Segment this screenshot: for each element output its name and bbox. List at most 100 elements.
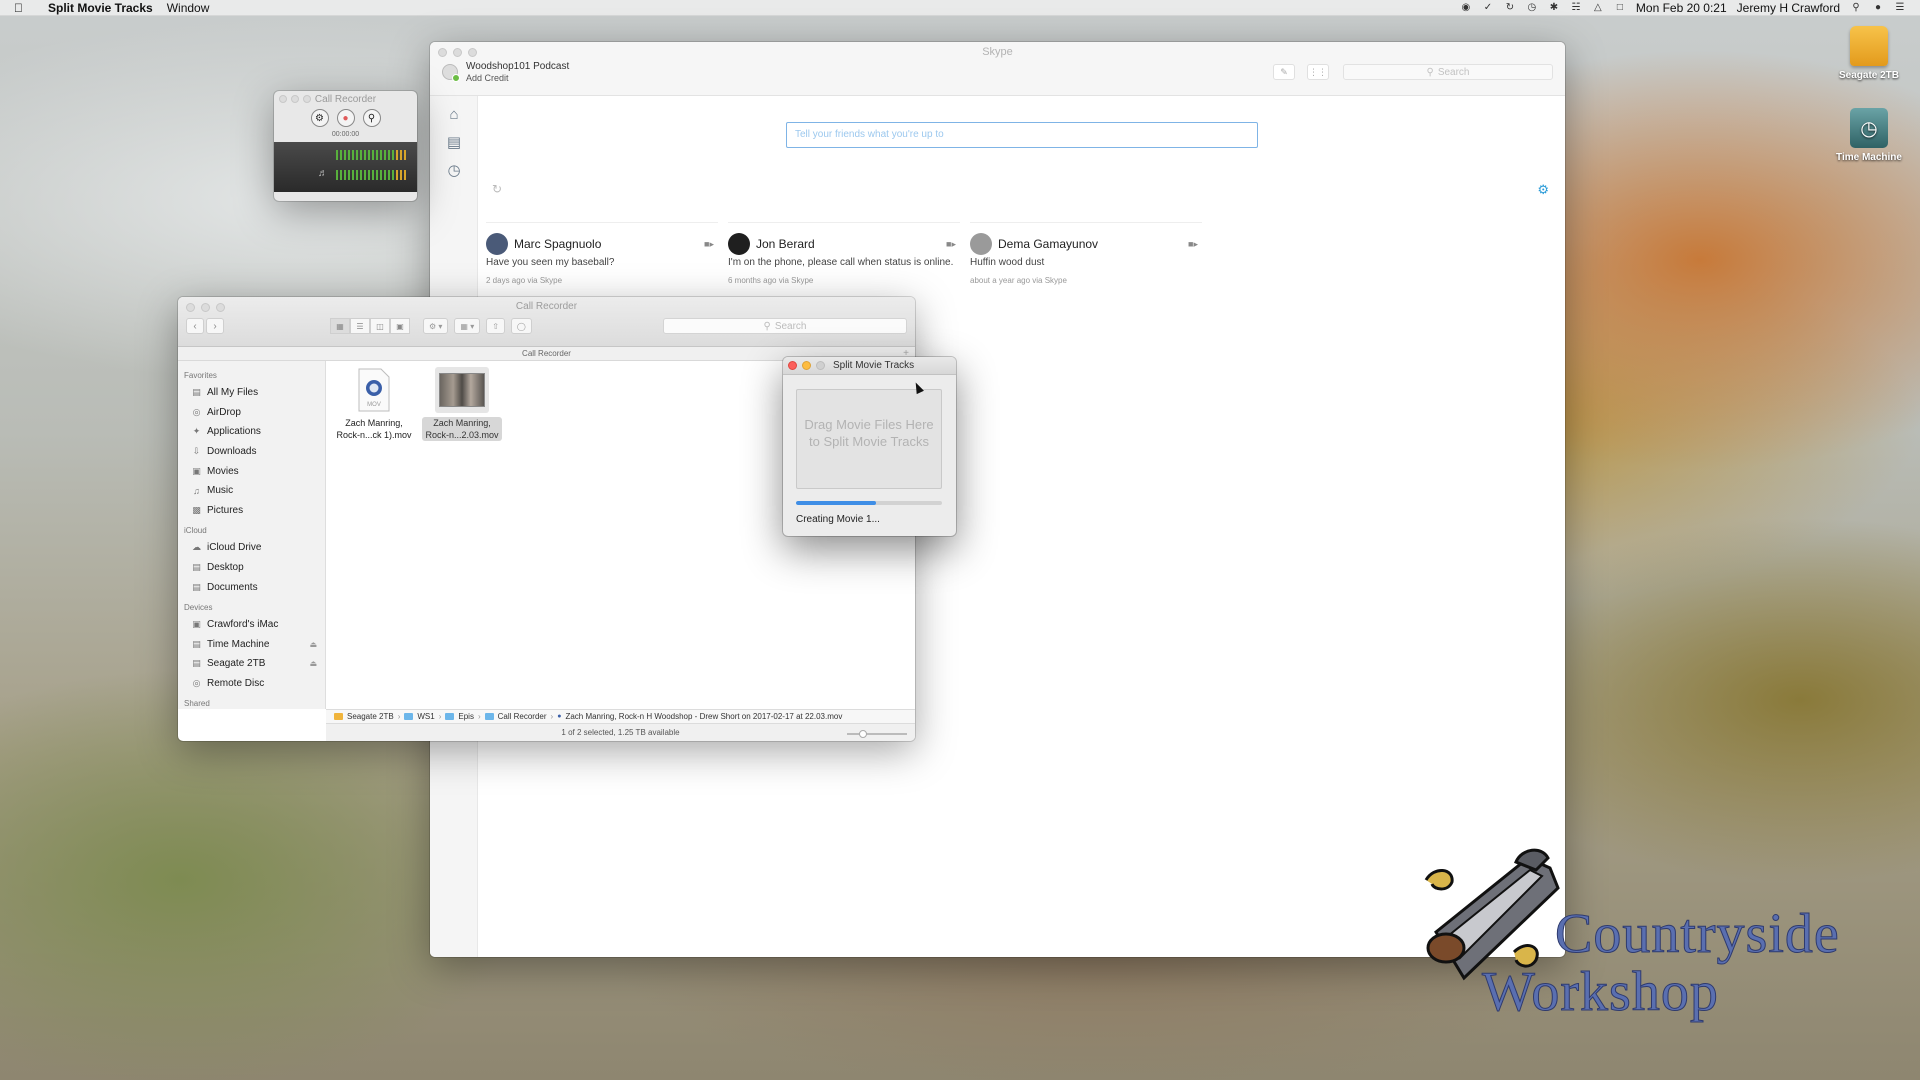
file-name-line: Zach Manring, [345,418,403,428]
arrange-button[interactable]: ▦ ▾ [454,318,481,334]
sidebar-item-downloads[interactable]: ⇩ Downloads [184,442,325,462]
icon-size-slider[interactable] [847,730,907,738]
back-button[interactable]: ‹ [186,318,204,334]
skype-titlebar: Skype Woodshop101 Podcast Add Credit ✎ ⋮… [430,42,1565,96]
menu-window[interactable]: Window [167,1,210,15]
home-icon[interactable]: ⌂ [430,100,478,128]
compose-button[interactable]: ✎ [1273,64,1295,80]
contact-card[interactable]: Jon Berard ■▸ I'm on the phone, please c… [728,222,960,285]
contact-avatar [728,233,750,255]
settings-button[interactable]: ⚙ [310,109,329,127]
sidebar-item-time-machine[interactable]: ▤ Time Machine ⏏ [184,635,325,655]
wifi-icon[interactable]: ☵ [1570,2,1582,14]
split-titlebar: Split Movie Tracks [783,357,956,375]
video-call-icon[interactable]: ■▸ [946,239,956,250]
desktop-icon-time-machine[interactable]: ◷ Time Machine [1819,108,1919,163]
cover-flow-button[interactable]: ▣ [390,318,410,334]
action-button[interactable]: ⚙ ▾ [423,318,449,334]
music-icon: ♫ [193,485,200,496]
sidebar-item-label: Music [207,485,234,497]
bluetooth-icon[interactable]: ✱ [1548,2,1560,14]
path-segment[interactable]: Seagate 2TB [347,712,394,721]
record-button[interactable]: ● [336,109,355,127]
column-view-button[interactable]: ◫ [370,318,390,334]
speaker-icon: ♬ [318,168,328,179]
drop-zone[interactable]: Drag Movie Files Here to Split Movie Tra… [796,389,942,489]
desktop-icon-seagate[interactable]: Seagate 2TB [1819,26,1919,81]
icon-view-button[interactable]: ▦ [330,318,350,334]
input-level-meter [336,150,406,160]
drive-icon: ▤ [192,658,201,669]
sidebar-item-airdrop[interactable]: ◎ AirDrop [184,403,325,423]
drive-icon [334,713,343,720]
eject-icon[interactable]: ⏏ [309,659,317,668]
check-icon[interactable]: ✓ [1482,2,1494,14]
sidebar-item-music[interactable]: ♫ Music [184,481,325,501]
time-machine-menu-icon[interactable]: ◷ [1526,2,1538,14]
window-title: Call Recorder [515,301,578,312]
zoom-button[interactable] [816,361,825,370]
sidebar-item-documents[interactable]: ▤ Documents [184,577,325,597]
finder-search-input[interactable]: ⚲ Search [663,318,907,334]
dialpad-button[interactable]: ⋮⋮ [1307,64,1329,80]
siri-icon[interactable]: ● [1872,2,1884,14]
sidebar-item-icloud-drive[interactable]: ☁ iCloud Drive [184,538,325,558]
file-item[interactable]: MOV Zach Manring, Rock-n...ck 1).mov [334,367,414,441]
user-menu[interactable]: Jeremy H Crawford [1737,1,1840,15]
airplay-icon[interactable]: △ [1592,2,1604,14]
volume-icon[interactable]: □ [1614,2,1626,14]
tags-button[interactable]: ◯ [510,318,532,334]
list-view-button[interactable]: ☰ [350,318,370,334]
recorder-controls: ⚙ ● ⚲ [278,109,413,127]
video-call-icon[interactable]: ■▸ [704,239,714,250]
navigation-buttons: ‹ › [186,318,224,334]
sidebar-item-applications[interactable]: ✦ Applications [184,422,325,442]
record-icon[interactable]: ◉ [1460,2,1472,14]
sidebar-item-desktop[interactable]: ▤ Desktop [184,558,325,578]
recording-time: 00:00:00 [331,131,360,138]
pictures-icon: ▩ [192,504,201,515]
minimize-button[interactable] [802,361,811,370]
logo-text-line: Countryside [1555,903,1840,966]
forward-button[interactable]: › [206,318,224,334]
sidebar-item-imac[interactable]: ▣ Crawford's iMac [184,615,325,635]
add-credit-link[interactable]: Add Credit [466,73,569,83]
path-segment[interactable]: Zach Manring, Rock-n H Woodshop - Drew S… [565,712,842,721]
eject-icon[interactable]: ⏏ [309,640,317,649]
skype-search-input[interactable]: ⚲ Search [1343,64,1553,80]
close-button[interactable] [788,361,797,370]
app-menu[interactable]: Split Movie Tracks [48,1,153,15]
video-call-icon[interactable]: ■▸ [1188,239,1198,250]
path-segment[interactable]: Epis [458,712,474,721]
sidebar-item-seagate[interactable]: ▤ Seagate 2TB ⏏ [184,654,325,674]
notification-center-icon[interactable]: ☰ [1894,2,1906,14]
recent-icon[interactable]: ◷ [430,156,478,184]
clock[interactable]: Mon Feb 20 0:21 [1636,1,1727,15]
path-segment[interactable]: WS1 [417,712,434,721]
sidebar-item-all-my-files[interactable]: ▤ All My Files [184,383,325,403]
sidebar-item-label: Documents [207,581,258,593]
contact-name: Marc Spagnuolo [514,237,602,251]
share-button[interactable]: ⇧ [486,318,505,334]
gear-icon[interactable]: ⚙ [1537,182,1549,198]
slider-knob[interactable] [859,730,867,738]
desktop-icon-label: Time Machine [1836,152,1902,163]
contact-avatar [486,233,508,255]
browse-button[interactable]: ⚲ [362,109,381,127]
path-segment[interactable]: Call Recorder [498,712,547,721]
sidebar-item-remote-disc[interactable]: ◎ Remote Disc [184,674,325,694]
sidebar-item-movies[interactable]: ▣ Movies [184,461,325,481]
contact-card[interactable]: Dema Gamayunov ■▸ Huffin wood dust about… [970,222,1202,285]
spotlight-icon[interactable]: ⚲ [1850,2,1862,14]
contact-card[interactable]: Marc Spagnuolo ■▸ Have you seen my baseb… [486,222,718,285]
file-item-selected[interactable]: Zach Manring, Rock-n...2.03.mov [422,367,502,441]
contacts-icon[interactable]: ▤ [430,128,478,156]
sidebar-item-label: Desktop [207,562,244,574]
sidebar-item-pictures[interactable]: ▩ Pictures [184,501,325,521]
sync-icon[interactable]: ↻ [1504,2,1516,14]
apple-menu-icon[interactable]:  [14,1,32,15]
refresh-icon[interactable]: ↻ [492,182,502,196]
sidebar-item-label: All My Files [207,387,259,399]
mood-message-input[interactable]: Tell your friends what you're up to [786,122,1258,148]
profile-area[interactable]: Woodshop101 Podcast Add Credit [442,60,569,83]
